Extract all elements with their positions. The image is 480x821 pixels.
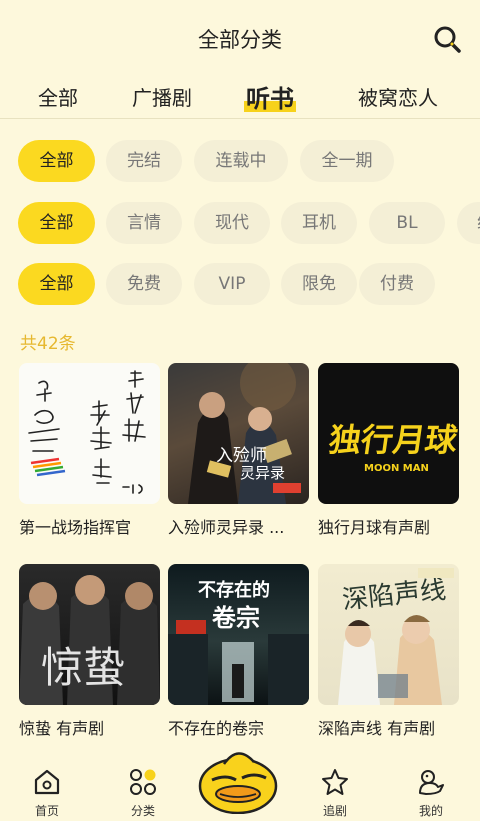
cover-image: 惊蛰	[19, 564, 160, 705]
cover-image: 深陷声线	[318, 564, 459, 705]
filter-genre-bl[interactable]: BL	[369, 202, 445, 244]
filter-status-ongoing[interactable]: 连载中	[194, 140, 288, 182]
item-title: 入殓师灵异录 ...	[168, 518, 285, 537]
status-filter-row: 全部 完结 连载中 全一期	[18, 140, 480, 182]
nav-profile[interactable]: 我的	[401, 767, 461, 819]
svg-text:不存在的: 不存在的	[198, 579, 270, 601]
svg-text:独行月球: 独行月球	[327, 421, 459, 459]
tab-bedtime-lover[interactable]: 被窝恋人	[358, 82, 438, 111]
cover-image	[19, 363, 160, 504]
tabs-divider	[0, 118, 480, 119]
item-title: 深陷声线 有声剧	[318, 719, 436, 738]
filter-genre-romance[interactable]: 言情	[106, 202, 182, 244]
item-title: 不存在的卷宗	[168, 719, 265, 738]
duck-center-icon[interactable]	[196, 744, 280, 815]
nav-category[interactable]: 分类	[113, 767, 173, 819]
svg-text:惊蛰: 惊蛰	[41, 643, 125, 692]
star-icon	[322, 769, 348, 795]
nav-label: 分类	[130, 804, 155, 818]
filter-genre-headphone[interactable]: 耳机	[281, 202, 357, 244]
list-item[interactable]: 惊蛰 惊蛰 有声剧	[19, 564, 160, 739]
filter-price-free[interactable]: 免费	[106, 263, 182, 305]
duck-profile-icon	[419, 770, 444, 795]
list-item[interactable]: 入殓师 灵异录 入殓师灵异录 ...	[168, 363, 309, 538]
svg-text:MOON MAN: MOON MAN	[364, 463, 429, 474]
filter-genre-modern[interactable]: 现代	[194, 202, 270, 244]
category-tabs: 全部 广播剧 听书 被窝恋人	[0, 82, 480, 118]
list-item[interactable]: 第一战场指挥官	[19, 363, 160, 538]
list-item[interactable]: 独行月球 MOON MAN 独行月球有声剧	[318, 363, 459, 538]
filter-status-one-episode[interactable]: 全一期	[300, 140, 394, 182]
nav-home[interactable]: 首页	[17, 767, 77, 819]
cover-image: 独行月球 MOON MAN	[318, 363, 459, 504]
item-title: 独行月球有声剧	[318, 518, 431, 537]
tab-radio-drama[interactable]: 广播剧	[132, 82, 192, 111]
svg-text:入殓师: 入殓师	[216, 446, 267, 466]
filter-status-all[interactable]: 全部	[18, 140, 95, 182]
filter-price-limited-free[interactable]: 限免	[281, 263, 357, 305]
genre-filter-row: 全部 言情 现代 耳机 BL 纯爱	[18, 202, 480, 244]
page-title: 全部分类	[198, 28, 282, 52]
nav-label: 追剧	[322, 804, 347, 818]
list-item[interactable]: 深陷声线 深陷声线 有声剧	[318, 564, 459, 739]
filter-price-paid[interactable]: 付费	[359, 263, 435, 305]
tab-audiobook[interactable]: 听书	[244, 79, 296, 114]
svg-text:灵异录: 灵异录	[240, 464, 285, 482]
search-icon[interactable]	[432, 24, 462, 54]
list-item[interactable]: 不存在的 卷宗 不存在的卷宗	[168, 564, 309, 739]
filter-genre-pure-love[interactable]: 纯爱	[457, 202, 480, 244]
nav-follow[interactable]: 追剧	[305, 767, 365, 819]
filter-price-all[interactable]: 全部	[18, 263, 95, 305]
cover-image: 不存在的 卷宗	[168, 564, 309, 705]
price-filter-row: 全部 免费 VIP 限免 付费	[18, 263, 480, 305]
tab-all[interactable]: 全部	[38, 82, 78, 111]
cover-image: 入殓师 灵异录	[168, 363, 309, 504]
filter-genre-all[interactable]: 全部	[18, 202, 95, 244]
category-icon	[130, 769, 156, 795]
item-title: 第一战场指挥官	[19, 518, 132, 537]
item-title: 惊蛰 有声剧	[19, 719, 105, 738]
svg-text:卷宗: 卷宗	[212, 604, 260, 632]
result-count: 共42条	[20, 334, 76, 354]
filter-price-vip[interactable]: VIP	[194, 263, 270, 305]
nav-label: 我的	[418, 804, 443, 818]
home-icon	[34, 769, 60, 795]
svg-text:深陷声线: 深陷声线	[341, 575, 448, 616]
filter-status-finished[interactable]: 完结	[106, 140, 182, 182]
nav-label: 首页	[34, 804, 59, 818]
header: 全部分类	[0, 0, 480, 78]
